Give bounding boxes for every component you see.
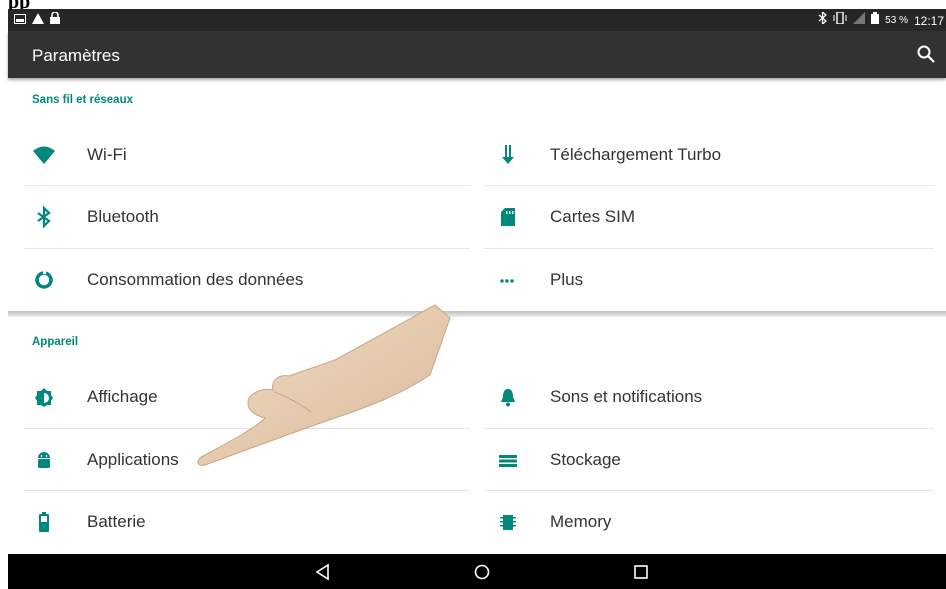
navigation-bar — [8, 554, 946, 589]
page-title: Paramètres — [32, 46, 120, 65]
battery-icon — [32, 510, 56, 534]
section-separator — [8, 311, 946, 317]
download-icon — [496, 143, 520, 167]
settings-item-label: Consommation des données — [87, 270, 304, 289]
image-icon — [14, 13, 26, 29]
storage-icon — [496, 448, 520, 472]
settings-item-label: Sons et notifications — [550, 387, 703, 406]
settings-item-label: Bluetooth — [87, 207, 159, 226]
recent-apps-button[interactable] — [630, 561, 652, 583]
settings-item-bluetooth[interactable]: Bluetooth — [24, 186, 470, 248]
bluetooth-icon — [818, 10, 828, 29]
home-button[interactable] — [471, 561, 493, 583]
settings-item-label: Plus — [550, 270, 584, 289]
back-button[interactable] — [312, 561, 334, 583]
vibrate-icon — [833, 11, 847, 29]
bell-icon — [496, 385, 520, 409]
section-header-device: Appareil — [32, 336, 79, 348]
settings-item-label: Téléchargement Turbo — [550, 145, 722, 164]
settings-item-label: Memory — [550, 512, 612, 531]
app-bar: Paramètres — [8, 31, 946, 78]
lock-icon — [50, 11, 60, 29]
battery-percent: 53 % — [885, 14, 908, 26]
settings-item-applications[interactable]: Applications — [24, 429, 470, 491]
settings-item-data-usage[interactable]: Consommation des données — [24, 249, 470, 311]
settings-item-display[interactable]: Affichage — [24, 366, 470, 428]
settings-item-storage[interactable]: Stockage — [484, 429, 934, 491]
more-icon — [496, 268, 520, 292]
android-icon — [32, 448, 56, 472]
search-icon[interactable] — [916, 44, 936, 64]
settings-item-memory[interactable]: Memory — [484, 491, 934, 553]
battery-icon — [871, 12, 880, 29]
settings-item-wifi[interactable]: Wi-Fi — [24, 124, 470, 186]
clock: 12:17 — [913, 13, 944, 28]
settings-item-more[interactable]: Plus — [484, 249, 934, 311]
settings-item-label: Stockage — [550, 450, 621, 469]
bluetooth-icon — [32, 205, 56, 229]
data-usage-icon — [32, 268, 56, 292]
wifi-icon — [32, 143, 56, 167]
settings-item-battery[interactable]: Batterie — [24, 491, 470, 553]
settings-item-label: Wi-Fi — [87, 145, 127, 164]
settings-item-sim-cards[interactable]: Cartes SIM — [484, 186, 934, 248]
section-header-wireless: Sans fil et réseaux — [32, 94, 133, 106]
signal-off-icon — [853, 12, 866, 29]
sim-card-icon — [496, 205, 520, 229]
settings-item-label: Applications — [87, 450, 179, 469]
settings-item-label: Cartes SIM — [550, 207, 636, 226]
settings-item-sounds-notifications[interactable]: Sons et notifications — [484, 366, 934, 428]
warning-icon — [32, 12, 44, 29]
settings-item-turbo-download[interactable]: Téléchargement Turbo — [484, 124, 934, 186]
status-bar: 53 % 12:17 — [8, 9, 946, 31]
settings-item-label: Affichage — [87, 387, 158, 406]
memory-chip-icon — [496, 510, 520, 534]
settings-item-label: Batterie — [87, 512, 146, 531]
brightness-icon — [32, 385, 56, 409]
